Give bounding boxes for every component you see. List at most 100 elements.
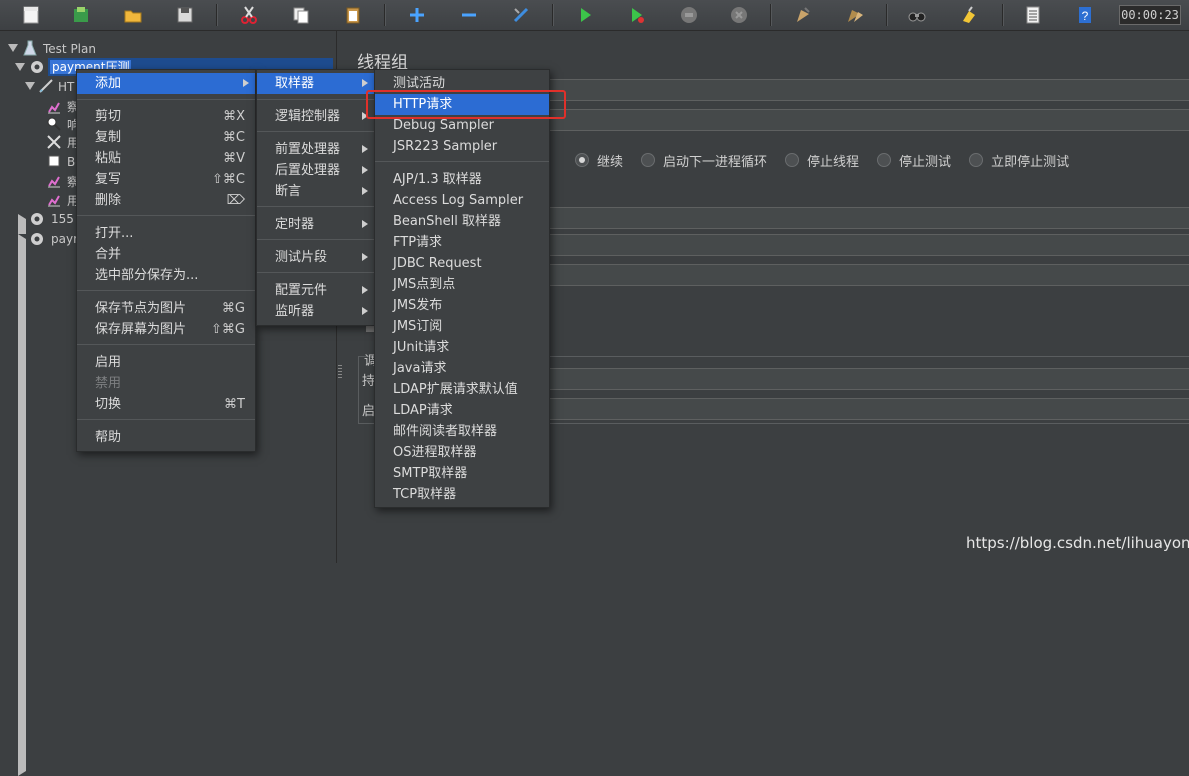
menu-item-disable: 禁用 (95, 376, 122, 391)
radio-dot (969, 153, 984, 167)
copy-icon[interactable] (284, 2, 318, 28)
menu-item-save-screen-as-image[interactable]: 保存屏幕为图片 ⇧⌘G (77, 319, 255, 340)
menu-item-duplicate[interactable]: 复写 ⇧⌘C (77, 169, 255, 190)
radio-dot (641, 153, 656, 167)
menu-item-paste[interactable]: 粘贴 ⌘V (77, 148, 255, 169)
menu-item-toggle[interactable]: 切换 ⌘T (77, 394, 255, 415)
menu-item-help[interactable]: 帮助 (77, 427, 255, 448)
menu-item-jsr223-sampler[interactable]: JSR223 Sampler (375, 136, 549, 157)
menu-item-merge[interactable]: 合并 (77, 244, 255, 265)
menu-item-smtp-sampler[interactable]: SMTP取样器 (375, 463, 549, 484)
annotation-highlight-box (366, 90, 566, 119)
tree-item-thread-group[interactable]: payr (51, 230, 78, 248)
menu-item-save-selection-as[interactable]: 选中部分保存为... (77, 265, 255, 286)
reset-search-icon[interactable] (952, 2, 986, 28)
expand-toggle-icon[interactable] (25, 82, 35, 90)
menu-item-ajp-sampler[interactable]: AJP/1.3 取样器 (375, 169, 549, 190)
menu-item-os-process[interactable]: OS进程取样器 (375, 442, 549, 463)
add-submenu: 取样器 逻辑控制器 前置处理器 后置处理器 断言 定时器 测试片段 配置元件 监… (256, 69, 375, 326)
radio-label: 停止测试 (899, 154, 952, 170)
radio-stop-test[interactable]: 停止测试 (877, 151, 951, 170)
menu-item-access-log-sampler[interactable]: Access Log Sampler (375, 190, 549, 211)
menu-item-add[interactable]: 添加 (77, 73, 255, 94)
menu-item-cut[interactable]: 剪切 ⌘X (77, 106, 255, 127)
menu-item-beanshell-sampler[interactable]: BeanShell 取样器 (375, 211, 549, 232)
clear-icon[interactable] (786, 2, 820, 28)
menu-item-mail-reader[interactable]: 邮件阅读者取样器 (375, 421, 549, 442)
menu-item-save-node-as-image[interactable]: 保存节点为图片 ⌘G (77, 298, 255, 319)
splitter-grip[interactable] (338, 365, 342, 379)
templates-icon[interactable] (64, 2, 98, 28)
menu-item-jms-subscriber[interactable]: JMS订阅 (375, 316, 549, 337)
tree-item-thread-group[interactable]: 155 (51, 210, 74, 228)
name-field[interactable] (548, 79, 1189, 101)
open-icon[interactable] (116, 2, 150, 28)
stop-icon[interactable] (672, 2, 706, 28)
menu-item-post-processor[interactable]: 后置处理器 (257, 160, 374, 181)
new-icon[interactable] (14, 2, 48, 28)
menu-item-junit-request[interactable]: JUnit请求 (375, 337, 549, 358)
http-sampler-icon (39, 79, 53, 93)
save-icon[interactable] (168, 2, 202, 28)
submenu-arrow-icon (362, 220, 368, 228)
thread-group-gear-icon (31, 61, 43, 73)
tree-item-http[interactable]: HT (58, 78, 74, 96)
search-icon[interactable] (900, 2, 934, 28)
start-no-pause-icon[interactable] (620, 2, 654, 28)
submenu-arrow-icon (362, 253, 368, 261)
context-menu: 添加 剪切 ⌘X 复制 ⌘C 粘贴 ⌘V 复写 ⇧⌘C 删除 ⌦ 打开... 合并 选中部… (76, 69, 256, 452)
menu-item-jms-point-to-point[interactable]: JMS点到点 (375, 274, 549, 295)
menu-item-ftp-request[interactable]: FTP请求 (375, 232, 549, 253)
submenu-arrow-icon (362, 145, 368, 153)
start-icon[interactable] (568, 2, 602, 28)
menu-item-delete[interactable]: 删除 ⌦ (77, 190, 255, 211)
menu-item-logic-controller[interactable]: 逻辑控制器 (257, 106, 374, 127)
radio-dot (877, 153, 892, 167)
function-helper-icon[interactable] (1016, 2, 1050, 28)
radio-continue[interactable]: 继续 (575, 151, 623, 170)
radio-label: 继续 (597, 154, 624, 170)
menu-item-listener[interactable]: 监听器 (257, 301, 374, 322)
menu-item-timer[interactable]: 定时器 (257, 214, 374, 235)
radio-label: 停止线程 (807, 154, 860, 170)
paste-icon[interactable] (336, 2, 370, 28)
menu-item-pre-processor[interactable]: 前置处理器 (257, 139, 374, 160)
menu-item-ldap-request[interactable]: LDAP请求 (375, 400, 549, 421)
radio-stop-thread[interactable]: 停止线程 (785, 151, 859, 170)
help-icon[interactable]: ? (1068, 2, 1102, 28)
menu-item-java-request[interactable]: Java请求 (375, 358, 549, 379)
menu-item-test-fragment[interactable]: 测试片段 (257, 247, 374, 268)
shutdown-icon[interactable] (722, 2, 756, 28)
config-tools-icon (47, 135, 61, 149)
comments-field[interactable] (548, 109, 1189, 131)
menu-item-enable[interactable]: 启用 (77, 352, 255, 373)
collapse-icon[interactable] (452, 2, 486, 28)
thread-group-gear-icon (31, 233, 43, 245)
expand-icon[interactable] (400, 2, 434, 28)
assertion-magnifier-icon (47, 117, 61, 131)
radio-label: 立即停止测试 (991, 154, 1070, 170)
clear-all-icon[interactable] (838, 2, 872, 28)
menu-item-jms-publisher[interactable]: JMS发布 (375, 295, 549, 316)
cut-icon[interactable] (232, 2, 266, 28)
menu-item-config-element[interactable]: 配置元件 (257, 280, 374, 301)
threads-field[interactable] (548, 207, 1189, 229)
tree-item-test-plan[interactable]: Test Plan (43, 40, 96, 58)
toggle-icon[interactable] (504, 2, 538, 28)
ramp-up-field[interactable] (548, 234, 1189, 256)
menu-item-tcp-sampler[interactable]: TCP取样器 (375, 484, 549, 505)
duration-field[interactable] (548, 368, 1189, 390)
radio-start-next-loop[interactable]: 启动下一进程循环 (641, 151, 767, 170)
startup-delay-field[interactable] (548, 398, 1189, 420)
expand-toggle-icon[interactable] (15, 63, 25, 71)
menu-item-sampler[interactable]: 取样器 (257, 73, 374, 94)
menu-item-open[interactable]: 打开... (77, 223, 255, 244)
menu-item-ldap-extended[interactable]: LDAP扩展请求默认值 (375, 379, 549, 400)
menu-item-copy[interactable]: 复制 ⌘C (77, 127, 255, 148)
radio-stop-test-now[interactable]: 立即停止测试 (969, 151, 1069, 170)
menu-item-assertion[interactable]: 断言 (257, 181, 374, 202)
loop-count-field[interactable] (548, 264, 1189, 286)
expand-toggle-icon[interactable] (8, 44, 18, 52)
submenu-arrow-icon (362, 286, 368, 294)
menu-item-jdbc-request[interactable]: JDBC Request (375, 253, 549, 274)
